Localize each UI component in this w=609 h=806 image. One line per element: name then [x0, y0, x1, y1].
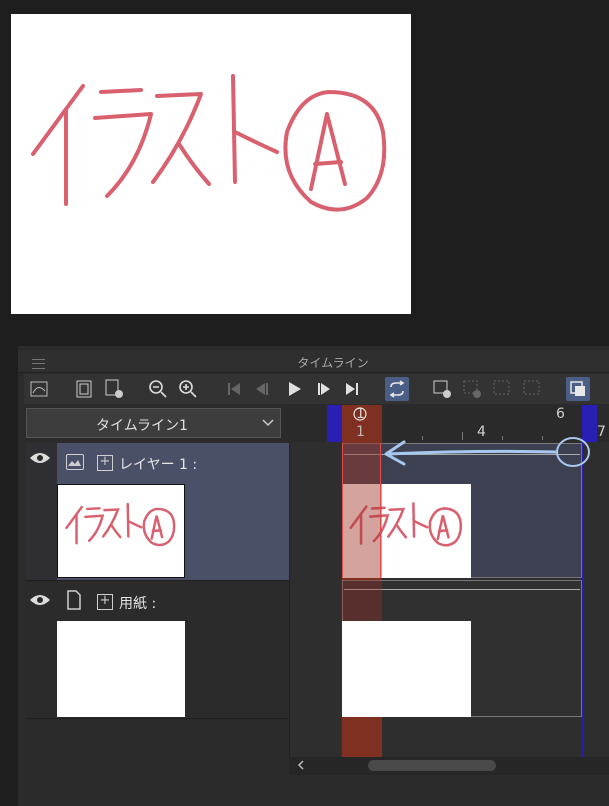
scroll-left-icon[interactable]: [296, 759, 306, 774]
ruler-top-label-6: 6: [556, 406, 565, 422]
filmstrip-icon[interactable]: [72, 377, 96, 401]
first-frame-icon[interactable]: [222, 377, 246, 401]
layer-thumbnail-1: [57, 484, 185, 578]
timeline-select-value: タイムライン1: [96, 418, 188, 434]
start-marker[interactable]: [327, 405, 342, 442]
expand-icon[interactable]: +: [97, 455, 113, 471]
timeline-toolbar: [24, 374, 609, 404]
play-icon[interactable]: [282, 377, 306, 401]
new-cel-icon[interactable]: [430, 377, 454, 401]
raster-layer-icon: [66, 454, 84, 470]
eye-icon[interactable]: [29, 451, 51, 469]
end-line: [582, 442, 583, 757]
panel-titlebar[interactable]: タイムライン: [18, 350, 609, 373]
chevron-down-icon: [261, 415, 275, 433]
frame-edge-line: [342, 443, 343, 578]
panel-title: タイムライン: [297, 356, 369, 370]
current-frame-overlay: [342, 580, 382, 621]
last-frame-icon[interactable]: [340, 377, 364, 401]
timeline-select[interactable]: タイムライン1: [26, 408, 281, 438]
cel-link-icon[interactable]: [490, 377, 514, 401]
current-frame-marker-icon: [352, 406, 368, 422]
layer-name-1: レイヤー 1 :: [119, 457, 198, 473]
paper-layer-icon: [66, 590, 82, 614]
next-frame-icon[interactable]: [312, 377, 336, 401]
empty-row: [26, 718, 289, 777]
cel-delete-icon[interactable]: [520, 377, 544, 401]
onion-skin-icon[interactable]: [566, 377, 590, 401]
layer-name-2: 用紙 :: [119, 596, 157, 612]
ruler-label-1: 1: [356, 424, 365, 440]
curve-icon[interactable]: [27, 377, 51, 401]
drawing-strokes: イラスト: [31, 74, 387, 310]
current-frame-overlay: [342, 443, 382, 578]
canvas-preview[interactable]: イラスト: [11, 14, 411, 314]
scrollbar-thumb[interactable]: [368, 760, 496, 771]
eye-icon[interactable]: [29, 593, 51, 611]
clip-2-thumbnail: [342, 621, 471, 717]
cel-add-icon[interactable]: [460, 377, 484, 401]
annotation-arrow: [380, 428, 600, 478]
prev-frame-icon[interactable]: [250, 377, 274, 401]
expand-icon[interactable]: +: [97, 594, 113, 610]
new-film-icon[interactable]: [102, 377, 126, 401]
loop-icon[interactable]: [385, 377, 409, 401]
layer-thumbnail-2: [57, 621, 185, 717]
zoom-in-icon[interactable]: [176, 377, 200, 401]
zoom-out-icon[interactable]: [146, 377, 170, 401]
drawing-text: イラスト: [211, 307, 215, 310]
